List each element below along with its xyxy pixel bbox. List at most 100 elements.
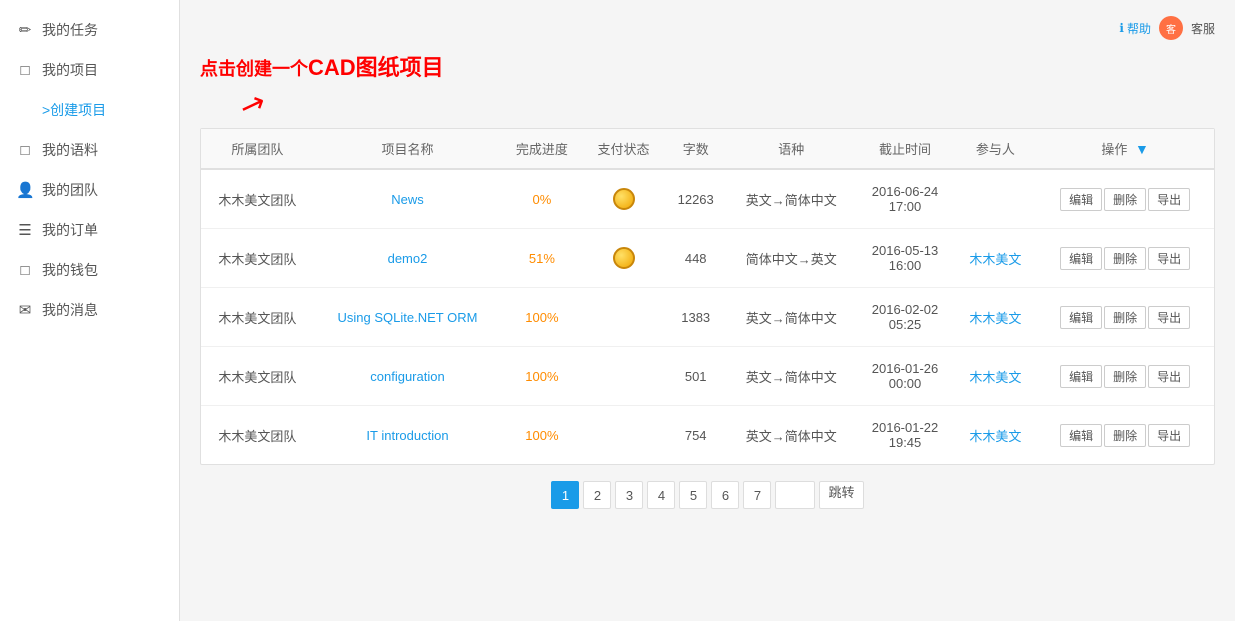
avatar: 客 xyxy=(1159,16,1183,40)
cell-language: 英文→简体中文 xyxy=(727,406,855,465)
sidebar-item-label: 我的语料 xyxy=(42,140,98,160)
action-编辑-button[interactable]: 编辑 xyxy=(1060,188,1102,211)
cell-deadline: 2016-02-02 05:25 xyxy=(855,288,954,347)
page-jump-input[interactable] xyxy=(775,481,815,509)
action-导出-button[interactable]: 导出 xyxy=(1148,424,1190,447)
cell-language: 简体中文→英文 xyxy=(727,229,855,288)
pagination: 1234567 跳转 xyxy=(200,465,1215,525)
cell-words: 1383 xyxy=(664,288,727,347)
cell-project-name[interactable]: configuration xyxy=(314,347,501,406)
cell-progress: 0% xyxy=(501,169,583,229)
arrow-container: ↙ xyxy=(200,88,1215,124)
action-导出-button[interactable]: 导出 xyxy=(1148,306,1190,329)
cell-team: 木木美文团队 xyxy=(201,288,314,347)
sidebar-item-my-orders[interactable]: ☰ 我的订单 xyxy=(0,210,179,250)
cell-project-name[interactable]: IT introduction xyxy=(314,406,501,465)
cell-project-name[interactable]: demo2 xyxy=(314,229,501,288)
col-words: 字数 xyxy=(664,129,727,169)
sidebar-item-label: 我的订单 xyxy=(42,220,98,240)
cell-progress: 100% xyxy=(501,288,583,347)
project-table-container: 所属团队 项目名称 完成进度 支付状态 字数 语种 截止时间 参与人 操作 ▼ xyxy=(200,128,1215,465)
sidebar-item-label: 我的项目 xyxy=(42,60,98,80)
sidebar-item-label: 我的消息 xyxy=(42,300,98,320)
sidebar-item-label: >创建项目 xyxy=(42,100,106,120)
cell-deadline: 2016-06-24 17:00 xyxy=(855,169,954,229)
col-name: 项目名称 xyxy=(314,129,501,169)
cell-payment xyxy=(583,229,665,288)
page-btn-2[interactable]: 2 xyxy=(583,481,611,509)
cell-participant xyxy=(955,169,1037,229)
cell-actions: 编辑删除导出 xyxy=(1036,288,1214,347)
cell-team: 木木美文团队 xyxy=(201,169,314,229)
action-删除-button[interactable]: 删除 xyxy=(1104,188,1146,211)
col-payment: 支付状态 xyxy=(583,129,665,169)
action-编辑-button[interactable]: 编辑 xyxy=(1060,424,1102,447)
page-btn-3[interactable]: 3 xyxy=(615,481,643,509)
orders-icon: ☰ xyxy=(16,221,34,239)
message-icon: ✉ xyxy=(16,301,34,319)
cell-project-name[interactable]: Using SQLite.NET ORM xyxy=(314,288,501,347)
sidebar-item-my-vocab[interactable]: □ 我的语料 xyxy=(0,130,179,170)
action-删除-button[interactable]: 删除 xyxy=(1104,365,1146,388)
action-删除-button[interactable]: 删除 xyxy=(1104,424,1146,447)
edit-icon: ✏ xyxy=(16,21,34,39)
sidebar-item-my-tasks[interactable]: ✏ 我的任务 xyxy=(0,10,179,50)
page-btn-1[interactable]: 1 xyxy=(551,481,579,509)
wallet-icon: □ xyxy=(16,262,34,279)
red-arrow-icon: ↙ xyxy=(235,85,271,126)
cell-participant[interactable]: 木木美文 xyxy=(955,406,1037,465)
col-participant: 参与人 xyxy=(955,129,1037,169)
action-编辑-button[interactable]: 编辑 xyxy=(1060,365,1102,388)
action-编辑-button[interactable]: 编辑 xyxy=(1060,306,1102,329)
table-row: 木木美文团队configuration100%501英文→简体中文2016-01… xyxy=(201,347,1214,406)
action-删除-button[interactable]: 删除 xyxy=(1104,306,1146,329)
table-body: 木木美文团队News0%12263英文→简体中文2016-06-24 17:00… xyxy=(201,169,1214,464)
col-progress: 完成进度 xyxy=(501,129,583,169)
cell-progress: 51% xyxy=(501,229,583,288)
action-编辑-button[interactable]: 编辑 xyxy=(1060,247,1102,270)
col-actions: 操作 ▼ xyxy=(1036,129,1214,169)
cell-actions: 编辑删除导出 xyxy=(1036,229,1214,288)
help-link[interactable]: ℹ 帮助 xyxy=(1119,20,1151,37)
sidebar-item-my-team[interactable]: 👤 我的团队 xyxy=(0,170,179,210)
sidebar-item-label: 我的任务 xyxy=(42,20,98,40)
cell-language: 英文→简体中文 xyxy=(727,347,855,406)
filter-icon[interactable]: ▼ xyxy=(1135,141,1149,157)
cell-participant[interactable]: 木木美文 xyxy=(955,288,1037,347)
action-导出-button[interactable]: 导出 xyxy=(1148,247,1190,270)
sidebar-item-my-messages[interactable]: ✉ 我的消息 xyxy=(0,290,179,330)
cell-participant[interactable]: 木木美文 xyxy=(955,347,1037,406)
cell-team: 木木美文团队 xyxy=(201,406,314,465)
user-area: 客 客服 xyxy=(1159,16,1215,40)
col-deadline: 截止时间 xyxy=(855,129,954,169)
action-导出-button[interactable]: 导出 xyxy=(1148,188,1190,211)
page-btn-7[interactable]: 7 xyxy=(743,481,771,509)
col-team: 所属团队 xyxy=(201,129,314,169)
page-header: ℹ 帮助 客 客服 xyxy=(200,10,1215,50)
cell-participant[interactable]: 木木美文 xyxy=(955,229,1037,288)
cell-deadline: 2016-01-26 00:00 xyxy=(855,347,954,406)
action-删除-button[interactable]: 删除 xyxy=(1104,247,1146,270)
cell-team: 木木美文团队 xyxy=(201,347,314,406)
sidebar-item-my-projects[interactable]: □ 我的项目 xyxy=(0,50,179,90)
page-btn-6[interactable]: 6 xyxy=(711,481,739,509)
sidebar-item-create-project[interactable]: >创建项目 xyxy=(0,90,179,130)
sidebar-item-my-wallet[interactable]: □ 我的钱包 xyxy=(0,250,179,290)
cell-project-name[interactable]: News xyxy=(314,169,501,229)
sidebar-item-label: 我的团队 xyxy=(42,180,98,200)
page-jump-button[interactable]: 跳转 xyxy=(819,481,863,509)
app-layout: ✏ 我的任务 □ 我的项目 >创建项目 □ 我的语料 👤 我的团队 ☰ 我的订单… xyxy=(0,0,1235,621)
cell-actions: 编辑删除导出 xyxy=(1036,406,1214,465)
cell-deadline: 2016-05-13 16:00 xyxy=(855,229,954,288)
table-row: 木木美文团队Using SQLite.NET ORM100%1383英文→简体中… xyxy=(201,288,1214,347)
sidebar: ✏ 我的任务 □ 我的项目 >创建项目 □ 我的语料 👤 我的团队 ☰ 我的订单… xyxy=(0,0,180,621)
cell-actions: 编辑删除导出 xyxy=(1036,347,1214,406)
user-name[interactable]: 客服 xyxy=(1191,20,1215,37)
cell-payment xyxy=(583,169,665,229)
cell-deadline: 2016-01-22 19:45 xyxy=(855,406,954,465)
action-导出-button[interactable]: 导出 xyxy=(1148,365,1190,388)
page-btn-4[interactable]: 4 xyxy=(647,481,675,509)
page-btn-5[interactable]: 5 xyxy=(679,481,707,509)
cell-payment xyxy=(583,288,665,347)
cell-words: 754 xyxy=(664,406,727,465)
